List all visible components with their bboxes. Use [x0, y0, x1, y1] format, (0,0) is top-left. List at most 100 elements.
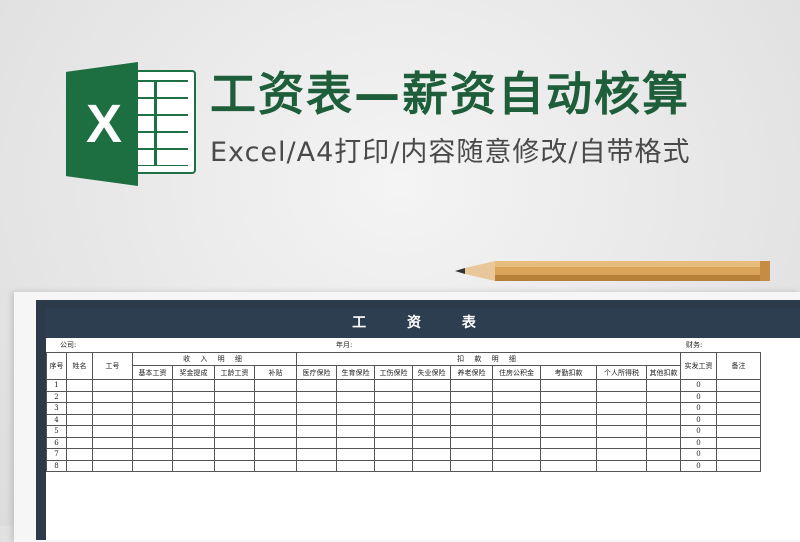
table-cell[interactable] — [66, 436, 93, 449]
table-cell[interactable] — [540, 425, 597, 438]
table-cell[interactable] — [296, 379, 337, 392]
table-cell[interactable] — [646, 402, 681, 415]
table-cell[interactable] — [254, 436, 297, 449]
row-seq-cell[interactable]: 4 — [46, 413, 67, 426]
table-cell[interactable] — [172, 436, 215, 449]
table-cell[interactable] — [254, 425, 297, 438]
table-cell[interactable] — [254, 402, 297, 415]
row-seq-cell[interactable]: 7 — [46, 448, 67, 461]
table-cell[interactable] — [646, 459, 681, 472]
table-cell[interactable] — [716, 425, 761, 438]
table-cell[interactable] — [540, 448, 597, 461]
table-cell[interactable] — [374, 436, 413, 449]
row-net-pay-cell[interactable]: 0 — [680, 448, 717, 461]
table-cell[interactable] — [450, 425, 493, 438]
table-cell[interactable] — [374, 448, 413, 461]
table-cell[interactable] — [172, 459, 215, 472]
row-seq-cell[interactable]: 2 — [46, 390, 67, 403]
table-cell[interactable] — [254, 448, 297, 461]
row-net-pay-cell[interactable]: 0 — [680, 425, 717, 438]
table-cell[interactable] — [172, 379, 215, 392]
table-cell[interactable] — [540, 390, 597, 403]
table-cell[interactable] — [132, 402, 173, 415]
table-cell[interactable] — [254, 413, 297, 426]
table-cell[interactable] — [66, 459, 93, 472]
table-cell[interactable] — [374, 459, 413, 472]
table-cell[interactable] — [66, 413, 93, 426]
row-net-pay-cell[interactable]: 0 — [680, 390, 717, 403]
table-cell[interactable] — [92, 379, 133, 392]
row-seq-cell[interactable]: 3 — [46, 402, 67, 415]
table-cell[interactable] — [540, 413, 597, 426]
table-cell[interactable] — [492, 390, 541, 403]
table-cell[interactable] — [540, 402, 597, 415]
table-cell[interactable] — [646, 448, 681, 461]
row-seq-cell[interactable]: 5 — [46, 425, 67, 438]
table-cell[interactable] — [336, 379, 375, 392]
table-cell[interactable] — [214, 425, 255, 438]
table-cell[interactable] — [646, 413, 681, 426]
table-cell[interactable] — [254, 379, 297, 392]
row-seq-cell[interactable]: 6 — [46, 436, 67, 449]
table-cell[interactable] — [646, 436, 681, 449]
table-cell[interactable] — [596, 459, 647, 472]
table-cell[interactable] — [214, 413, 255, 426]
table-cell[interactable] — [540, 459, 597, 472]
table-cell[interactable] — [492, 436, 541, 449]
table-cell[interactable] — [92, 448, 133, 461]
table-cell[interactable] — [492, 425, 541, 438]
table-cell[interactable] — [336, 436, 375, 449]
table-cell[interactable] — [336, 425, 375, 438]
table-cell[interactable] — [66, 448, 93, 461]
table-cell[interactable] — [254, 390, 297, 403]
row-net-pay-cell[interactable]: 0 — [680, 459, 717, 472]
table-cell[interactable] — [336, 413, 375, 426]
table-cell[interactable] — [716, 390, 761, 403]
table-cell[interactable] — [336, 459, 375, 472]
table-cell[interactable] — [596, 413, 647, 426]
table-cell[interactable] — [450, 413, 493, 426]
table-cell[interactable] — [214, 390, 255, 403]
table-cell[interactable] — [374, 425, 413, 438]
table-cell[interactable] — [66, 390, 93, 403]
table-cell[interactable] — [450, 402, 493, 415]
row-net-pay-cell[interactable]: 0 — [680, 413, 717, 426]
table-cell[interactable] — [92, 413, 133, 426]
table-cell[interactable] — [92, 425, 133, 438]
table-cell[interactable] — [66, 379, 93, 392]
table-cell[interactable] — [296, 402, 337, 415]
table-cell[interactable] — [596, 390, 647, 403]
table-cell[interactable] — [92, 390, 133, 403]
table-cell[interactable] — [296, 459, 337, 472]
table-cell[interactable] — [336, 390, 375, 403]
table-cell[interactable] — [412, 402, 451, 415]
table-cell[interactable] — [132, 436, 173, 449]
table-cell[interactable] — [540, 436, 597, 449]
table-cell[interactable] — [214, 402, 255, 415]
row-net-pay-cell[interactable]: 0 — [680, 436, 717, 449]
table-cell[interactable] — [336, 448, 375, 461]
table-cell[interactable] — [596, 402, 647, 415]
table-cell[interactable] — [450, 379, 493, 392]
table-cell[interactable] — [374, 402, 413, 415]
table-cell[interactable] — [132, 425, 173, 438]
table-cell[interactable] — [716, 413, 761, 426]
table-cell[interactable] — [296, 413, 337, 426]
row-net-pay-cell[interactable]: 0 — [680, 379, 717, 392]
table-cell[interactable] — [412, 390, 451, 403]
table-cell[interactable] — [172, 425, 215, 438]
table-cell[interactable] — [716, 379, 761, 392]
row-net-pay-cell[interactable]: 0 — [680, 402, 717, 415]
table-cell[interactable] — [412, 413, 451, 426]
table-cell[interactable] — [450, 448, 493, 461]
table-cell[interactable] — [296, 436, 337, 449]
table-cell[interactable] — [596, 425, 647, 438]
table-cell[interactable] — [296, 425, 337, 438]
table-cell[interactable] — [716, 402, 761, 415]
table-cell[interactable] — [374, 379, 413, 392]
table-cell[interactable] — [336, 402, 375, 415]
table-cell[interactable] — [716, 459, 761, 472]
table-cell[interactable] — [492, 448, 541, 461]
table-cell[interactable] — [450, 459, 493, 472]
table-cell[interactable] — [412, 459, 451, 472]
